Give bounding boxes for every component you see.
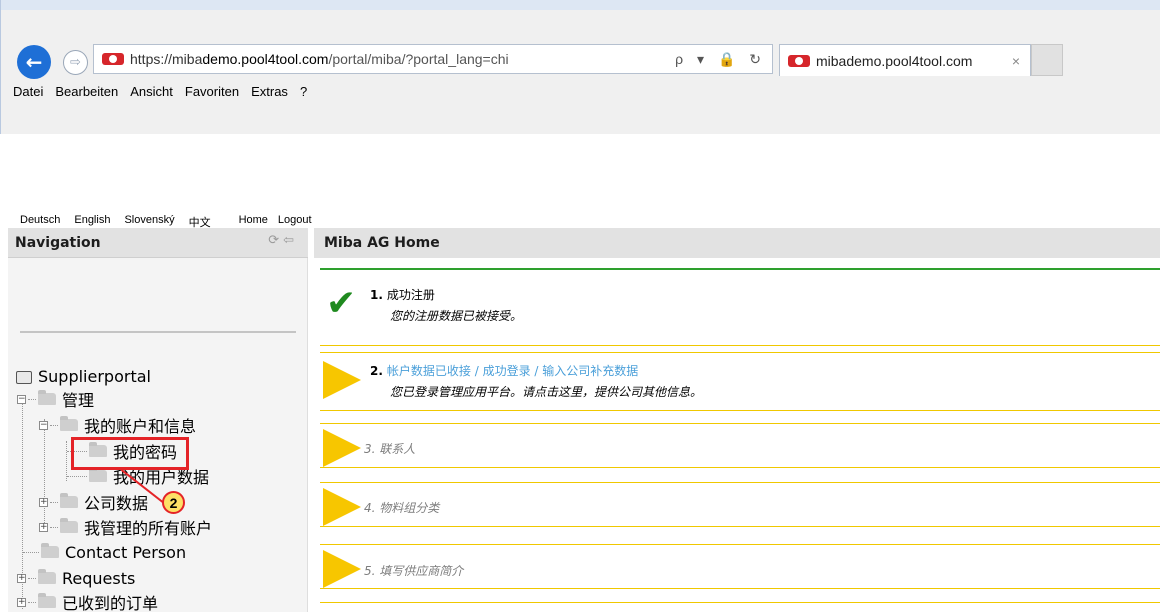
navigation-header: Navigation ⟳⇦ (8, 228, 308, 258)
tab-favicon-icon (788, 54, 810, 67)
highlight-box (71, 437, 189, 470)
collapse-node-icon[interactable]: − (17, 394, 26, 404)
tree-item-managed-accounts[interactable]: + 我管理的所有账户 (39, 517, 213, 538)
title-bar (1, 0, 1160, 10)
portal-icon (14, 369, 32, 384)
step-title: 5. 填写供应商简介 (364, 564, 464, 578)
main-header: Miba AG Home (314, 228, 1160, 258)
step-arrow-icon (323, 361, 361, 399)
step-3[interactable]: 3. 联系人 (320, 423, 1160, 467)
tree-item-received-orders[interactable]: + 已收到的订单 (17, 592, 159, 613)
expand-node-icon[interactable]: + (17, 573, 26, 583)
step-number: 1. (370, 288, 383, 302)
tree-label: Requests (62, 568, 136, 588)
step-6-partial (320, 602, 1160, 612)
tree-label: 已收到的订单 (62, 594, 159, 613)
tree-item-admin[interactable]: − 管理 (17, 389, 95, 410)
menu-help[interactable]: ? (300, 84, 307, 99)
tree-label: 我管理的所有账户 (84, 519, 213, 538)
step-marker: 2 (162, 491, 185, 514)
url-path: /portal/miba/?portal_lang=chi (328, 51, 509, 67)
navigation-divider (20, 331, 296, 333)
menu-extras[interactable]: Extras (251, 84, 288, 99)
tree-label: 管理 (62, 391, 95, 410)
address-bar[interactable]: https://miba demo.pool4tool.com/portal/mi… (93, 44, 773, 74)
tree-item-company-data[interactable]: + 公司数据 (39, 492, 149, 513)
step-title: 成功注册 (386, 288, 435, 302)
folder-icon (60, 493, 78, 508)
folder-icon (60, 416, 78, 431)
url-prefix: https://miba (130, 51, 203, 67)
arrow-right-icon: ⇨ (70, 55, 81, 70)
collapse-node-icon[interactable]: − (39, 420, 48, 430)
folder-icon (38, 593, 56, 608)
folder-icon (41, 543, 59, 558)
new-tab-button[interactable] (1031, 44, 1063, 76)
menu-bearbeiten[interactable]: Bearbeiten (55, 84, 118, 99)
refresh-icon[interactable]: ⟳ (268, 233, 283, 248)
close-tab-icon[interactable]: × (1012, 53, 1020, 69)
step-link[interactable]: 帐户数据已收接 / 成功登录 / 输入公司补充数据 (387, 364, 638, 378)
arrow-left-icon: ← (25, 50, 43, 74)
tree-label: 我的账户和信息 (84, 417, 197, 436)
menu-datei[interactable]: Datei (13, 84, 43, 99)
check-icon: ✔ (326, 283, 357, 324)
tree-item-supplierportal[interactable]: Supplierportal (14, 366, 151, 386)
tab-title: mibademo.pool4tool.com (816, 52, 973, 69)
tree-label: Supplierportal (38, 366, 151, 386)
expand-node-icon[interactable]: + (39, 497, 48, 507)
step-arrow-icon (323, 550, 361, 588)
step-number: 2. (370, 364, 383, 378)
forward-button[interactable]: ⇨ (63, 50, 88, 75)
step-description: 您的注册数据已被接受。 (390, 309, 523, 323)
site-favicon-icon (102, 53, 124, 65)
folder-icon (60, 518, 78, 533)
folder-icon (89, 467, 107, 482)
step-title: 4. 物料组分类 (364, 501, 440, 515)
address-tools-icons[interactable]: ρ ▾ 🔒 ↻ (675, 51, 766, 68)
tree-label: 公司数据 (84, 494, 149, 513)
step-description: 您已登录管理应用平台。请点击这里，提供公司其他信息。 (390, 385, 703, 399)
expand-node-icon[interactable]: + (39, 522, 48, 532)
tree-item-contact-person[interactable]: Contact Person (23, 542, 186, 562)
collapse-icon[interactable]: ⇦ (283, 233, 298, 248)
back-button[interactable]: ← (17, 45, 51, 79)
step-arrow-icon (323, 488, 361, 526)
tree-label: Contact Person (65, 542, 187, 562)
step-2[interactable]: 2. 帐户数据已收接 / 成功登录 / 输入公司补充数据 您已登录管理应用平台。请… (320, 352, 1160, 410)
navigation-title: Navigation (15, 234, 101, 251)
step-arrow-icon (323, 429, 361, 467)
step-4[interactable]: 4. 物料组分类 (320, 482, 1160, 526)
url-host: demo.pool4tool.com (202, 51, 329, 67)
expand-node-icon[interactable]: + (17, 597, 26, 607)
menu-bar: Datei Bearbeiten Ansicht Favoriten Extra… (13, 84, 307, 99)
tree-item-requests[interactable]: + Requests (17, 568, 135, 588)
step-title: 3. 联系人 (364, 442, 416, 456)
tree-item-my-account[interactable]: − 我的账户和信息 (39, 415, 197, 436)
menu-favoriten[interactable]: Favoriten (185, 84, 239, 99)
browser-tab[interactable]: mibademo.pool4tool.com × (779, 44, 1031, 76)
step-1: ✔ 1. 成功注册 您的注册数据已被接受。 (320, 268, 1160, 338)
menu-ansicht[interactable]: Ansicht (130, 84, 173, 99)
browser-chrome: ← ⇨ https://miba demo.pool4tool.com/porta… (0, 0, 1160, 134)
page-title: Miba AG Home (324, 235, 440, 251)
folder-icon (38, 569, 56, 584)
folder-icon (38, 390, 56, 405)
step-5[interactable]: 5. 填写供应商简介 (320, 544, 1160, 588)
